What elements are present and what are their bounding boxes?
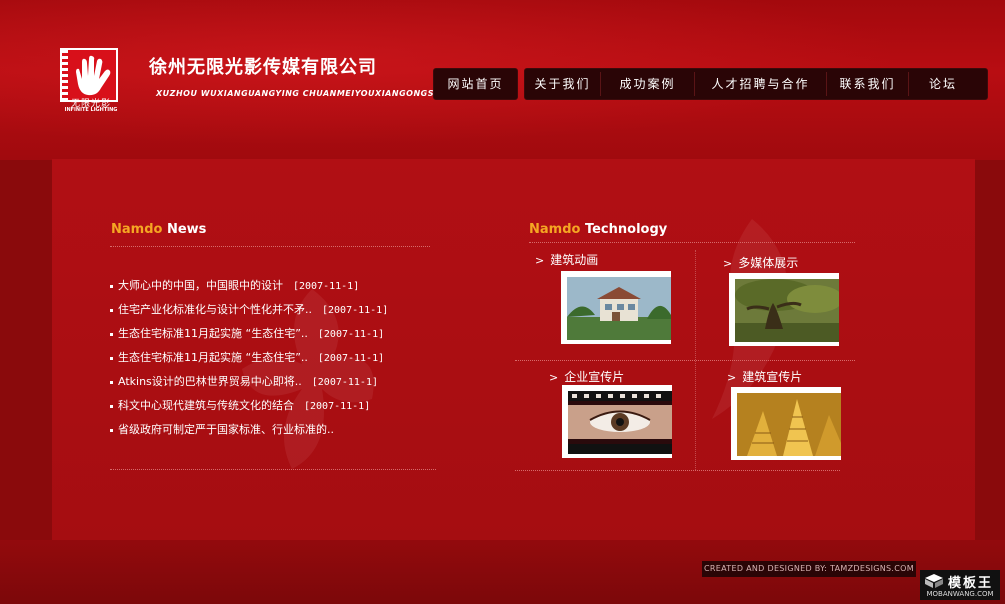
nav-item-cases[interactable]: 成功案例 [601,72,695,96]
tech-item-architecture-video[interactable]: > 建筑宣传片 [727,368,802,385]
news-item-date: [2007-11-1] [304,401,371,412]
news-item-text: 省级政府可制定严于国家标准、行业标准的.. [118,423,334,436]
news-item[interactable]: 生态住宅标准11月起实施 “生态住宅”.. [2007-11-1] [110,349,384,365]
technology-title-word: Technology [584,222,668,237]
logo[interactable] [60,48,118,102]
news-item[interactable]: 大师心中的中国，中国眼中的设计 [2007-11-1] [110,277,359,293]
tech-item-label: 多媒体展示 [738,256,799,270]
bullet-icon [110,284,113,288]
news-item-text: 住宅产业化标准化与设计个性化并不矛.. [118,303,312,316]
news-item-text: 科文中心现代建筑与传统文化的结合 [118,399,294,412]
nav-item-recruit[interactable]: 人才招聘与合作 [695,72,827,96]
bullet-icon [110,404,113,408]
news-item[interactable]: 住宅产业化标准化与设计个性化并不矛.. [2007-11-1] [110,301,388,317]
divider [110,246,430,247]
divider [515,470,840,471]
nav-item-about[interactable]: 关于我们 [525,72,601,96]
bullet-icon [110,308,113,312]
news-item-date: [2007-11-1] [293,281,360,292]
bullet-icon [110,356,113,360]
thumbnail-architecture-video[interactable] [731,387,841,460]
news-item[interactable]: 省级政府可制定严于国家标准、行业标准的.. [110,421,344,437]
chevron-right-icon: > [727,371,737,384]
chevron-right-icon: > [723,257,733,270]
divider [529,242,855,243]
thumbnail-multimedia[interactable] [729,273,839,346]
watermark-text-cn: 模板王 [948,576,994,591]
news-item-text: 生态住宅标准11月起实施 “生态住宅”.. [118,327,308,340]
divider [110,469,436,470]
watermark-badge[interactable]: 模板王 MOBANWANG.COM [920,570,1000,600]
tech-item-label: 企业宣传片 [564,370,625,384]
main-nav: 关于我们 成功案例 人才招聘与合作 联系我们 论坛 [524,68,988,100]
company-name-cn: 徐州无限光影传媒有限公司 [149,57,377,78]
logo-text-en: INFINITE LIGHTING [64,107,118,113]
tech-item-multimedia[interactable]: > 多媒体展示 [723,254,798,271]
news-title: Namdo News [111,222,206,237]
hand-icon [76,55,111,96]
news-title-word: News [166,222,207,237]
technology-title: Namdo Technology [529,222,667,237]
news-item[interactable]: 生态住宅标准11月起实施 “生态住宅”.. [2007-11-1] [110,325,384,341]
tech-item-label: 建筑动画 [550,253,599,267]
nav-item-forum[interactable]: 论坛 [909,72,977,96]
tech-item-label: 建筑宣传片 [742,370,803,384]
news-item[interactable]: 科文中心现代建筑与传统文化的结合 [2007-11-1] [110,397,370,413]
news-item-text: 大师心中的中国，中国眼中的设计 [118,279,283,292]
chevron-right-icon: > [535,254,545,267]
film-strip-icon [62,50,68,100]
chevron-right-icon: > [549,371,559,384]
tech-item-architecture-animation[interactable]: > 建筑动画 [535,251,598,268]
house-image [567,277,671,340]
company-name-en: XUZHOU WUXIANGUANGYING CHUANMEIYOUXIANGO… [156,89,438,98]
cube-icon [925,574,943,588]
news-item[interactable]: Atkins设计的巴林世界贸易中心即将.. [2007-11-1] [110,373,378,389]
bullet-icon [110,332,113,336]
tree-image [735,279,839,342]
watermark-text-en: MOBANWANG.COM [926,590,994,598]
bullet-icon [110,428,113,432]
designer-credit[interactable]: CREATED AND DESIGNED BY: TAMZDESIGNS.COM [702,561,916,577]
news-item-text: Atkins设计的巴林世界贸易中心即将.. [118,375,302,388]
news-title-brand: Namdo [111,222,163,237]
nav-item-home[interactable]: 网站首页 [433,68,518,100]
divider [515,360,855,361]
skyscraper-image [737,393,841,456]
news-item-date: [2007-11-1] [317,353,385,364]
thumbnail-corporate-video[interactable] [562,385,672,458]
thumbnail-architecture-animation[interactable] [561,271,671,344]
news-item-text: 生态住宅标准11月起实施 “生态住宅”.. [118,351,308,364]
eye-image [568,391,672,454]
tech-item-corporate-video[interactable]: > 企业宣传片 [549,368,624,385]
news-item-date: [2007-11-1] [322,305,389,316]
bullet-icon [110,380,113,384]
technology-title-brand: Namdo [529,222,581,237]
news-item-date: [2007-11-1] [311,377,378,388]
news-item-date: [2007-11-1] [317,329,385,340]
nav-item-contact[interactable]: 联系我们 [827,72,909,96]
